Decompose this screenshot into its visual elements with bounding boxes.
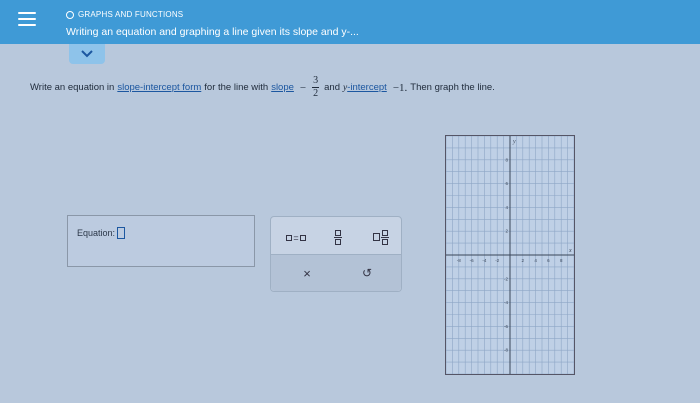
slope-sign: − (299, 81, 307, 94)
equation-input[interactable] (117, 227, 126, 239)
undo-icon[interactable]: ↺ (359, 265, 375, 281)
y-tick-label: -6 (504, 324, 508, 329)
page-title: Writing an equation and graphing a line … (66, 26, 359, 38)
y-tick-label: -2 (504, 276, 508, 281)
intercept-value: −1. (392, 81, 408, 94)
x-tick-label: 8 (560, 258, 563, 263)
y-intercept-link[interactable]: -intercept (347, 82, 387, 93)
clear-icon[interactable]: × (299, 265, 315, 281)
equation-label: Equation: (77, 227, 126, 239)
slope-intercept-form-link[interactable]: slope-intercept form (117, 82, 201, 93)
y-axis-label: y (512, 139, 516, 145)
chevron-down-icon (81, 50, 93, 58)
y-tick-label: -4 (504, 300, 508, 305)
x-tick-label: -2 (495, 258, 499, 263)
slope-link[interactable]: slope (271, 82, 294, 93)
x-tick-label: -6 (470, 258, 474, 263)
graph-grid[interactable]: -8 -6 -4 -2 2 4 6 88642-2-4-6-8yx (445, 135, 575, 375)
x-tick-label: 2 (522, 258, 525, 263)
x-tick-label: 4 (534, 258, 537, 263)
fraction-template-button[interactable] (331, 226, 345, 248)
x-tick-label: 6 (547, 258, 550, 263)
y-tick-label: -8 (504, 348, 508, 353)
topic-category: GRAPHS AND FUNCTIONS (66, 10, 183, 19)
math-toolbox: = × ↺ (270, 216, 402, 292)
mixed-number-template-button[interactable] (369, 226, 393, 248)
menu-icon[interactable] (18, 12, 36, 30)
coordinate-graph[interactable]: -8 -6 -4 -2 2 4 6 8 8 6 4 2 -2 -4 -6 -8 y x (445, 135, 575, 375)
x-tick-label: -8 (457, 258, 461, 263)
app-header: GRAPHS AND FUNCTIONS Writing an equation… (0, 0, 700, 44)
equals-template-button[interactable]: = (283, 231, 309, 245)
slope-fraction: 3 2 (312, 75, 320, 99)
x-axis-label: x (568, 248, 572, 254)
toolbox-actions: × ↺ (271, 254, 401, 291)
equation-answer-box[interactable]: Equation: (67, 215, 255, 267)
question-text: Write an equation in slope-intercept for… (30, 75, 495, 99)
expand-toggle-button[interactable] (69, 44, 105, 64)
x-tick-label: -4 (482, 258, 486, 263)
progress-circle-icon (66, 10, 74, 19)
